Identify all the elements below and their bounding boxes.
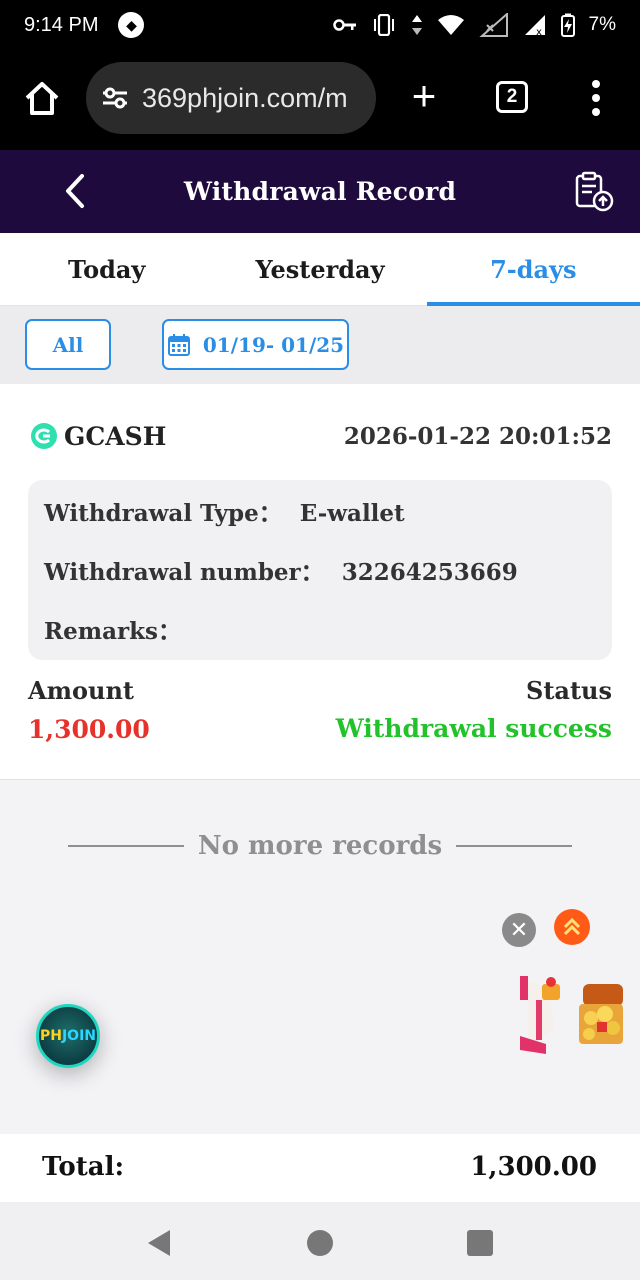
site-settings-icon[interactable] bbox=[100, 83, 130, 113]
data-arrows-icon bbox=[411, 15, 422, 35]
gcash-logo-icon bbox=[31, 423, 57, 449]
amount-label: Amount bbox=[28, 676, 135, 705]
nav-back-icon[interactable] bbox=[146, 1228, 172, 1258]
gift-promo-icon[interactable] bbox=[520, 970, 566, 1054]
signal-roaming-icon: x bbox=[524, 15, 545, 37]
tab-today[interactable]: Today bbox=[0, 233, 213, 305]
treasure-chest-icon[interactable] bbox=[577, 978, 623, 1054]
remarks-label: Remarks： bbox=[44, 618, 181, 645]
nav-recents-icon[interactable] bbox=[467, 1230, 493, 1256]
page-title: Withdrawal Record bbox=[183, 177, 457, 206]
total-value: 1,300.00 bbox=[470, 1152, 597, 1182]
record-header: GCASH 2026-01-22 20:01:52 bbox=[30, 420, 612, 452]
signal-icon bbox=[478, 13, 508, 37]
phjoin-floating-badge[interactable]: PH JOIN bbox=[36, 1004, 100, 1068]
divider-right bbox=[456, 845, 573, 847]
remarks-row: Remarks： bbox=[44, 612, 199, 646]
withdrawal-type-label: Withdrawal Type： bbox=[44, 500, 282, 527]
status-label: Status bbox=[525, 676, 612, 705]
new-tab-button[interactable]: + bbox=[404, 75, 444, 120]
tab-switcher-button[interactable]: 2 bbox=[496, 81, 528, 113]
url-text: 369phjoin.com/m bbox=[142, 82, 348, 113]
total-label: Total: bbox=[42, 1152, 125, 1182]
badge-join-text: JOIN bbox=[61, 1028, 97, 1044]
list-end-indicator: No more records bbox=[68, 826, 573, 866]
svg-text:x: x bbox=[536, 27, 542, 37]
address-bar[interactable]: 369phjoin.com/m bbox=[86, 62, 376, 134]
scroll-to-top-icon[interactable] bbox=[554, 909, 590, 945]
filter-bar: All 01/19- 01/25 bbox=[0, 306, 640, 384]
close-promo-icon[interactable]: ✕ bbox=[502, 913, 536, 947]
back-arrow-icon[interactable] bbox=[58, 170, 94, 212]
record-details: Withdrawal Type： E-wallet Withdrawal numb… bbox=[28, 480, 612, 660]
divider-left bbox=[68, 845, 184, 847]
period-tabs: Today Yesterday 7-days bbox=[0, 233, 640, 306]
filter-all-button[interactable]: All bbox=[25, 319, 111, 370]
clipboard-upload-icon[interactable] bbox=[572, 170, 616, 214]
home-icon[interactable] bbox=[22, 78, 62, 118]
withdrawal-number-row: Withdrawal number： 32264253669 bbox=[44, 553, 518, 587]
browser-toolbar: 369phjoin.com/m + 2 bbox=[0, 50, 640, 150]
calendar-icon bbox=[167, 333, 190, 356]
battery-percent: 7% bbox=[588, 14, 616, 35]
badge-ph-text: PH bbox=[39, 1028, 62, 1044]
app-header: Withdrawal Record bbox=[0, 150, 640, 233]
withdrawal-number-label: Withdrawal number： bbox=[44, 559, 324, 586]
status-time: 9:14 PM bbox=[24, 13, 99, 36]
battery-charging-icon bbox=[560, 13, 575, 37]
system-nav-bar bbox=[0, 1202, 640, 1280]
tab-yesterday[interactable]: Yesterday bbox=[213, 233, 426, 305]
payment-method: GCASH bbox=[64, 421, 167, 451]
wifi-icon bbox=[437, 15, 464, 35]
total-bar: Total: 1,300.00 bbox=[0, 1134, 640, 1202]
withdrawal-type-value: E-wallet bbox=[299, 500, 405, 527]
status-bar: 9:14 PM ◆ x 7% bbox=[0, 0, 640, 50]
withdrawal-type-row: Withdrawal Type： E-wallet bbox=[44, 494, 405, 528]
date-range-button[interactable]: 01/19- 01/25 bbox=[162, 319, 349, 370]
withdrawal-record-card[interactable]: GCASH 2026-01-22 20:01:52 Withdrawal Typ… bbox=[0, 384, 640, 780]
notification-icon: ◆ bbox=[118, 12, 145, 38]
date-range-label: 01/19- 01/25 bbox=[202, 332, 345, 357]
no-more-records-text: No more records bbox=[197, 831, 443, 861]
withdrawal-number-value: 32264253669 bbox=[341, 559, 518, 586]
browser-menu-icon[interactable] bbox=[584, 78, 608, 118]
status-icons: x 7% bbox=[332, 13, 616, 37]
status-value: Withdrawal success bbox=[335, 714, 612, 743]
tab-7-days[interactable]: 7-days bbox=[426, 233, 640, 306]
nav-home-icon[interactable] bbox=[307, 1230, 333, 1256]
vibrate-icon bbox=[373, 14, 394, 36]
amount-value: 1,300.00 bbox=[28, 715, 150, 744]
vpn-key-icon bbox=[332, 19, 356, 31]
record-datetime: 2026-01-22 20:01:52 bbox=[343, 422, 612, 450]
